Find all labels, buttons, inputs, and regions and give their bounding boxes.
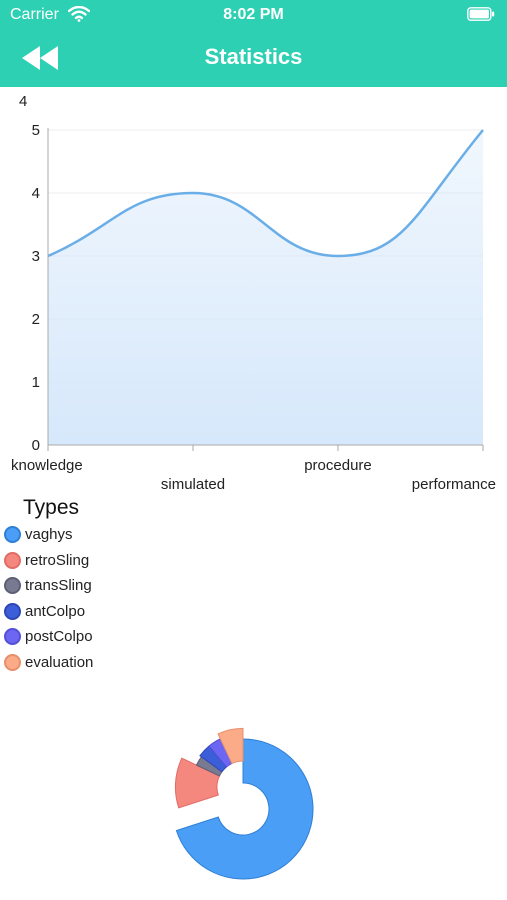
legend-swatch: [4, 577, 21, 595]
page-title: Statistics: [204, 44, 303, 69]
y-tick-label: 2: [32, 311, 40, 328]
clock-time: 8:02 PM: [223, 6, 284, 23]
area-fill: [48, 130, 483, 445]
legend-label: vaghys: [25, 526, 73, 544]
legend-swatch: [4, 526, 21, 544]
legend-swatch: [4, 628, 21, 646]
types-donut-chart: [174, 727, 314, 880]
legend-title: Types: [23, 496, 80, 519]
y-tick-label: 1: [32, 374, 40, 391]
legend-label: transSling: [25, 577, 92, 595]
legend-item: transSling: [4, 573, 93, 599]
legend-item: retroSling: [4, 548, 93, 574]
legend-label: retroSling: [25, 551, 90, 569]
legend-swatch: [4, 602, 21, 620]
nav-bar: Statistics: [0, 30, 507, 87]
statistics-line-chart: 4012345knowledgesimulatedprocedureperfor…: [11, 93, 496, 493]
legend-swatch: [4, 653, 21, 671]
x-tick-label: performance: [412, 476, 496, 493]
y-tick-label: 5: [32, 122, 40, 139]
x-tick-label: procedure: [304, 457, 372, 474]
legend-label: postColpo: [25, 628, 93, 646]
legend-label: antColpo: [25, 602, 86, 620]
legend-item: evaluation: [4, 650, 93, 676]
pie-slice-vaghys: [175, 738, 314, 880]
legend-item: postColpo: [4, 624, 93, 650]
y-tick-label: 3: [32, 248, 40, 265]
x-tick-label: simulated: [161, 476, 225, 493]
legend-item: vaghys: [4, 522, 93, 548]
chart-corner-label: 4: [19, 93, 27, 110]
y-tick-label: 4: [32, 185, 40, 202]
y-tick-label: 0: [32, 437, 40, 454]
battery-icon: [467, 7, 495, 21]
legend-label: evaluation: [25, 653, 94, 671]
legend-item: antColpo: [4, 599, 93, 625]
status-bar: Carrier 8:02 PM: [0, 0, 507, 30]
legend-swatch: [4, 551, 21, 569]
x-tick-label: knowledge: [11, 457, 83, 474]
pie-legend: Types vaghys retroSling transSling antColpo…: [4, 496, 93, 675]
